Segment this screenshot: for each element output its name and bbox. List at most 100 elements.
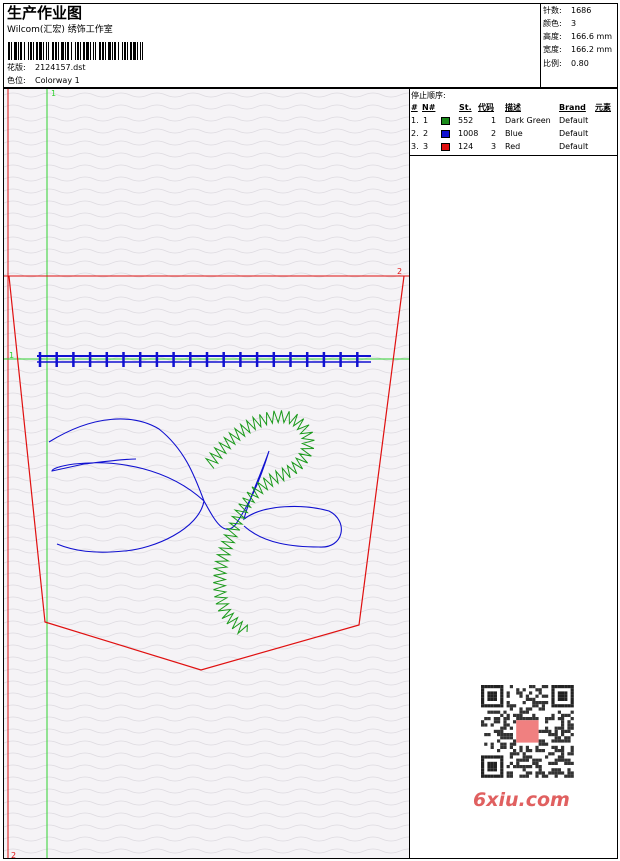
barcode-bar xyxy=(67,42,69,60)
color-swatch xyxy=(441,143,450,151)
barcode-bar xyxy=(75,42,76,60)
stat-scale-value: 0.80 xyxy=(571,59,589,68)
col-stitches: St. xyxy=(459,103,472,112)
barcode-bar xyxy=(114,42,116,60)
guide-label-h2: 2 xyxy=(397,267,402,276)
barcode-bar xyxy=(137,42,138,60)
barcode-bar xyxy=(33,42,34,60)
barcode-bar xyxy=(18,42,19,60)
barcode-bar xyxy=(71,42,72,60)
barcode-bar xyxy=(58,42,59,60)
barcode-bar xyxy=(28,42,29,60)
qr-logo xyxy=(516,720,539,743)
colorway-value: Colorway 1 xyxy=(35,76,80,85)
row-stitches: 124 xyxy=(458,142,474,151)
barcode-bar xyxy=(86,42,89,60)
row-stitches: 552 xyxy=(458,116,474,125)
design-canvas[interactable]: 1 2 1 2 xyxy=(3,88,410,859)
row-n: 1 xyxy=(423,116,429,125)
watermark-text: 6xiu.com xyxy=(473,789,570,811)
barcode-bar xyxy=(61,42,64,60)
barcode-bar xyxy=(95,42,96,60)
barcode-bar xyxy=(11,42,12,60)
row-number: 1. xyxy=(411,116,419,125)
barcode-bar xyxy=(14,42,17,60)
stat-width-value: 166.2 mm xyxy=(571,45,613,54)
col-element: 元素 xyxy=(595,103,611,112)
barcode-bar xyxy=(77,42,79,60)
stat-scale-label: 比例: xyxy=(543,59,562,68)
barcode-bar xyxy=(46,42,47,60)
barcode-bar xyxy=(24,42,25,60)
stat-colors-value: 3 xyxy=(571,19,577,28)
barcode-bar xyxy=(99,42,101,60)
row-brand: Default xyxy=(559,116,589,125)
color-swatch xyxy=(441,117,450,125)
row-code: 2 xyxy=(491,129,497,138)
stop-sequence-table: 停止顺序: # N# St. 代码 描述 Brand 元素 1. 1 552 1 Dar… xyxy=(410,89,617,156)
col-description: 描述 xyxy=(505,103,521,112)
header-panel: 生产作业图 Wilcom(汇宏) 绣饰工作室 花版: 2124157.dst 色… xyxy=(3,3,618,88)
barcode-bar xyxy=(105,42,106,60)
barcode-bar xyxy=(43,42,44,60)
qr-code xyxy=(471,680,585,784)
barcode-bar xyxy=(80,42,81,60)
stat-colors-label: 颜色: xyxy=(543,19,562,28)
col-number: # xyxy=(411,103,418,112)
studio-name: Wilcom(汇宏) 绣饰工作室 xyxy=(7,25,113,35)
barcode-bar xyxy=(122,42,123,60)
colorway-label: 色位: xyxy=(7,76,26,85)
design-label: 花版: xyxy=(7,63,26,72)
row-brand: Default xyxy=(559,129,589,138)
barcode-bar xyxy=(83,42,85,60)
barcode-bar xyxy=(118,42,119,60)
barcode-bar xyxy=(130,42,132,60)
stop-sequence-title: 停止顺序: xyxy=(411,91,446,100)
row-brand: Default xyxy=(559,142,589,151)
guide-label-v1: 1 xyxy=(51,89,56,98)
barcode-bar xyxy=(20,42,22,60)
row-number: 2. xyxy=(411,129,419,138)
page-title: 生产作业图 xyxy=(7,4,83,22)
stat-height-value: 166.6 mm xyxy=(571,32,613,41)
col-brand: Brand xyxy=(559,103,586,112)
fabric-texture xyxy=(4,89,409,858)
barcode-bar xyxy=(108,42,111,60)
stats-panel: 针数: 1686 颜色: 3 高度: 166.6 mm 宽度: 166.2 mm… xyxy=(540,3,618,88)
color-swatch xyxy=(441,130,450,138)
stat-stitches-label: 针数: xyxy=(543,6,562,15)
embroidery-drawing: 1 2 1 2 xyxy=(4,89,409,859)
col-n: N# xyxy=(422,103,436,112)
row-description: Dark Green xyxy=(505,116,551,125)
stat-stitches-value: 1686 xyxy=(571,6,592,15)
barcode-bar xyxy=(90,42,91,60)
barcode-bar xyxy=(124,42,126,60)
row-code: 3 xyxy=(491,142,497,151)
row-stitches: 1008 xyxy=(458,129,479,138)
col-code: 代码 xyxy=(478,103,494,112)
row-number: 3. xyxy=(411,142,419,151)
stat-height-label: 高度: xyxy=(543,32,562,41)
barcode-bar xyxy=(48,42,49,60)
barcode-bar xyxy=(52,42,54,60)
stat-width-label: 宽度: xyxy=(543,45,562,54)
row-description: Red xyxy=(505,142,521,151)
barcode-bar xyxy=(55,42,57,60)
qr-code-graphic xyxy=(481,685,574,778)
barcode-bar xyxy=(36,42,38,60)
design-file: 2124157.dst xyxy=(35,63,86,72)
barcode-bar xyxy=(102,42,104,60)
barcode-bar xyxy=(65,42,66,60)
barcode-bar xyxy=(140,42,141,60)
barcode-bar xyxy=(127,42,128,60)
barcode-bar xyxy=(133,42,136,60)
barcode-bar xyxy=(142,42,143,60)
barcode-bar xyxy=(30,42,32,60)
barcode-bar xyxy=(39,42,42,60)
guide-label-h1: 1 xyxy=(9,351,14,360)
barcode xyxy=(8,42,146,60)
guide-label-v2: 2 xyxy=(11,851,16,859)
row-n: 2 xyxy=(423,129,429,138)
barcode-bar xyxy=(8,42,10,60)
row-code: 1 xyxy=(491,116,497,125)
